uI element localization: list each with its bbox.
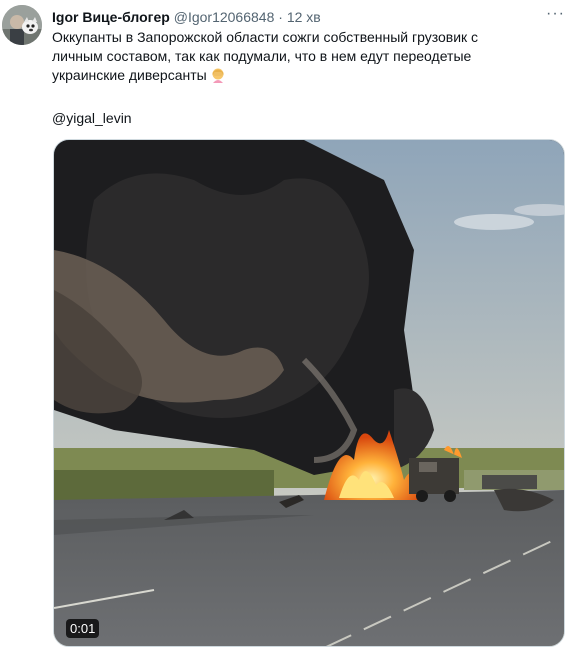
tweet-text-line: личным составом, так как подумали, что в… xyxy=(52,47,552,66)
tweet-text-line: Оккупанты в Запорожской области сожги со… xyxy=(52,29,479,45)
author-name[interactable]: Igor Вице-блогер xyxy=(52,9,170,25)
tweet-text-line: украинские диверсанты xyxy=(52,66,552,85)
separator-dot: · xyxy=(278,9,283,25)
author-handle[interactable]: @Igor12066848 xyxy=(174,9,275,25)
mention-link[interactable]: @yigal_levin xyxy=(52,109,132,128)
tweet-text-line: украинские диверсанты xyxy=(52,67,207,83)
video-duration: 0:01 xyxy=(66,619,100,638)
tweet-text-line: личным составом, так как подумали, что в… xyxy=(52,48,472,64)
tweet-header: Igor Вице-блогер @Igor12066848 · 12 хв xyxy=(52,8,539,26)
video-thumbnail xyxy=(54,140,564,646)
tweet-time[interactable]: 12 хв xyxy=(287,9,321,25)
tweet-text: Оккупанты в Запорожской области сожги со… xyxy=(52,28,552,85)
avatar[interactable] xyxy=(2,5,42,45)
video-player[interactable]: 0:01 xyxy=(53,139,565,647)
more-icon[interactable]: ··· xyxy=(546,6,565,22)
person-facepalming-emoji xyxy=(210,67,226,83)
tweet[interactable]: Igor Вице-блогер @Igor12066848 · 12 хв ·… xyxy=(0,0,579,647)
